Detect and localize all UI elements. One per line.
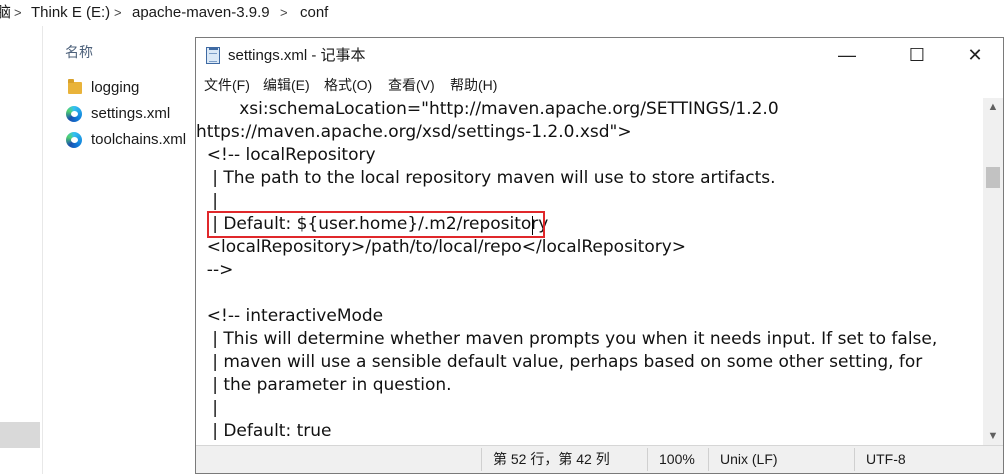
status-divider [481,448,482,471]
menu-bar: 文件(F) 编辑(E) 格式(O) 查看(V) 帮助(H) [196,74,1003,96]
text-line: | [196,191,218,211]
pane-divider[interactable] [42,26,43,474]
title-bar[interactable]: settings.xml - 记事本 — ☐ ✕ [196,38,1003,73]
address-breadcrumb[interactable]: 脑 > Think E (E:) > apache-maven-3.9.9 > … [0,0,1004,26]
maximize-button[interactable]: ☐ [894,38,940,73]
text-line: | maven will use a sensible default valu… [196,352,923,372]
status-divider [647,448,648,471]
status-cursor-position: 第 52 行，第 42 列 [493,451,610,467]
menu-format[interactable]: 格式(O) [324,74,372,96]
scroll-thumb[interactable] [986,167,1000,188]
folder-icon [66,79,84,97]
text-line: | the parameter in question. [196,375,452,395]
breadcrumb-item-maven[interactable]: apache-maven-3.9.9 [132,0,270,26]
menu-file[interactable]: 文件(F) [204,74,250,96]
nav-selected-item[interactable] [0,422,40,448]
edge-icon [66,131,84,149]
text-line: | The path to the local repository maven… [196,168,776,188]
breadcrumb-item-computer[interactable]: 脑 [0,0,11,26]
text-line: <!-- interactiveMode [196,306,384,326]
text-editor[interactable]: xsi:schemaLocation="http://maven.apache.… [196,98,983,445]
text-line: | [196,398,218,418]
scroll-down-icon[interactable]: ▼ [983,427,1003,445]
status-divider [708,448,709,471]
minimize-button[interactable]: — [824,38,870,73]
text-line: --> [196,260,234,280]
notepad-app-icon [206,47,220,64]
breadcrumb-separator-icon: > [14,5,22,20]
window-title: settings.xml - 记事本 [228,47,366,64]
highlight-box [207,211,545,238]
breadcrumb-item-drive[interactable]: Think E (E:) [31,0,110,26]
breadcrumb-separator-icon: > [114,5,122,20]
text-line: <localRepository>/path/to/local/repo</lo… [196,237,687,257]
status-line-ending: Unix (LF) [720,451,778,467]
menu-help[interactable]: 帮助(H) [450,74,497,96]
breadcrumb-separator-icon: > [280,5,288,20]
text-line: <!-- localRepository [196,145,376,165]
menu-edit[interactable]: 编辑(E) [263,74,310,96]
navigation-pane[interactable] [0,26,42,474]
text-line: https://maven.apache.org/xsd/settings-1.… [196,122,632,142]
status-bar: 第 52 行，第 42 列 100% Unix (LF) UTF-8 [196,445,1003,473]
text-line: | Default: true [196,421,332,441]
file-name: settings.xml [91,105,171,122]
text-caret [532,216,533,235]
column-header-name[interactable]: 名称 [65,42,93,62]
file-name: logging [91,79,140,96]
edge-icon [66,105,84,123]
vertical-scrollbar[interactable]: ▲ ▼ [983,98,1003,445]
status-encoding: UTF-8 [866,451,906,467]
notepad-window[interactable]: settings.xml - 记事本 — ☐ ✕ 文件(F) 编辑(E) 格式(… [195,37,1004,474]
status-divider [854,448,855,471]
close-button[interactable]: ✕ [952,38,998,73]
file-name: toolchains.xml [91,131,187,148]
breadcrumb-item-conf[interactable]: conf [300,0,328,26]
text-line: xsi:schemaLocation="http://maven.apache.… [196,99,779,119]
status-zoom: 100% [659,451,695,467]
scroll-up-icon[interactable]: ▲ [983,98,1003,116]
menu-view[interactable]: 查看(V) [388,74,435,96]
text-line: | This will determine whether maven prom… [196,329,938,349]
